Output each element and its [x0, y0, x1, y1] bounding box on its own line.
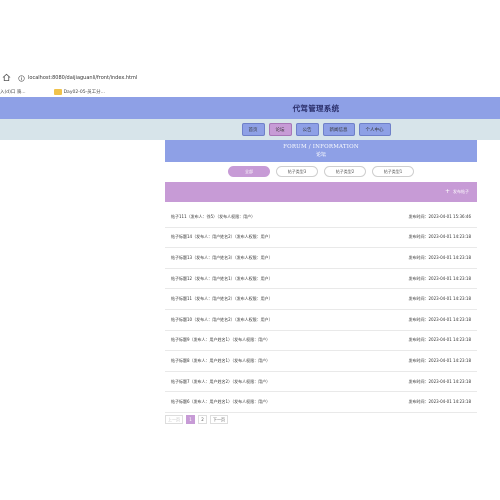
post-title: 帖子111（发布人：徐5）（发布人权限：用户）	[171, 213, 256, 219]
nav-item-news[interactable]: 新闻信息	[322, 123, 355, 136]
post-time: 发布时间：2023-04-01 14:23:18	[408, 275, 471, 281]
nav-item-notice[interactable]: 公告	[295, 123, 319, 136]
post-row[interactable]: 帖子标题10（发布人：用户姓名2）（发布人权限：用户） 发布时间：2023-04-…	[165, 310, 477, 331]
post-title: 帖子标题14（发布人：用户姓名2）（发布人权限：用户）	[171, 234, 273, 240]
publish-post-button[interactable]: + 发布帖子	[445, 189, 469, 195]
post-time: 发布时间：2023-04-01 14:23:18	[408, 296, 471, 302]
post-time: 发布时间：2023-04-01 14:23:18	[408, 337, 471, 343]
bookmark-label: Day02-05-员工分...	[63, 89, 105, 95]
post-row[interactable]: 帖子标题6（发布人：用户姓名1）（发布人权限：用户） 发布时间：2023-04-0…	[165, 392, 477, 413]
post-time: 发布时间：2023-04-01 14:23:18	[408, 254, 471, 260]
post-row[interactable]: 帖子标题9（发布人：用户姓名1）（发布人权限：用户） 发布时间：2023-04-0…	[165, 331, 477, 352]
plus-icon: +	[444, 188, 450, 195]
publish-post-label: 发布帖子	[453, 189, 469, 194]
post-toolbar: + 发布帖子	[165, 182, 477, 202]
folder-icon	[53, 88, 62, 95]
category-type3[interactable]: 帖子类型3	[276, 166, 318, 177]
url-field[interactable]: localhost:8080/daijiaguanli/front/index.…	[18, 74, 138, 82]
category-type2[interactable]: 帖子类型2	[324, 166, 366, 177]
prev-page-button[interactable]: 上一页	[165, 415, 183, 424]
post-time: 发布时间：2023-04-01 14:23:18	[408, 357, 471, 363]
forum-title-cn: 论坛	[315, 152, 326, 158]
bookmark-item[interactable]: 入(d)口 骑...	[0, 89, 26, 95]
info-icon[interactable]	[18, 74, 25, 82]
post-row[interactable]: 帖子标题7（发布人：用户姓名2）（发布人权限：用户） 发布时间：2023-04-0…	[165, 372, 477, 393]
post-time: 发布时间：2023-04-01 14:23:18	[408, 234, 471, 240]
post-title: 帖子标题10（发布人：用户姓名2）（发布人权限：用户）	[171, 316, 273, 322]
browser-address-bar: localhost:8080/daijiaguanli/front/index.…	[0, 70, 500, 86]
post-row[interactable]: 帖子标题11（发布人：用户姓名2）（发布人权限：用户） 发布时间：2023-04-…	[165, 289, 477, 310]
main-nav: 首页 论坛 公告 新闻信息 个人中心	[0, 119, 500, 140]
app-header: 代驾管理系统	[0, 97, 500, 119]
nav-item-profile[interactable]: 个人中心	[358, 123, 391, 136]
post-title: 帖子标题7（发布人：用户姓名2）（发布人权限：用户）	[171, 378, 271, 384]
post-row[interactable]: 帖子111（发布人：徐5）（发布人权限：用户） 发布时间：2023-04-01 1…	[165, 207, 477, 228]
category-filter: 全部 帖子类型3 帖子类型2 帖子类型1	[165, 166, 477, 180]
post-title: 帖子标题8（发布人：用户姓名1）（发布人权限：用户）	[171, 357, 271, 363]
post-time: 发布时间：2023-04-01 14:23:18	[408, 399, 471, 405]
post-title: 帖子标题11（发布人：用户姓名2）（发布人权限：用户）	[171, 296, 273, 302]
post-list: 帖子111（发布人：徐5）（发布人权限：用户） 发布时间：2023-04-01 1…	[165, 207, 477, 413]
next-page-button[interactable]: 下一页	[210, 415, 228, 424]
page-button-1[interactable]: 1	[186, 415, 195, 424]
post-time: 发布时间：2023-04-01 14:23:18	[408, 378, 471, 384]
post-title: 帖子标题12（发布人：用户姓名1）（发布人权限：用户）	[171, 275, 273, 281]
post-row[interactable]: 帖子标题12（发布人：用户姓名1）（发布人权限：用户） 发布时间：2023-04-…	[165, 269, 477, 290]
url-text: localhost:8080/daijiaguanli/front/index.…	[28, 75, 138, 81]
pagination: 上一页 1 2 下一页	[165, 415, 228, 424]
post-row[interactable]: 帖子标题8（发布人：用户姓名1）（发布人权限：用户） 发布时间：2023-04-0…	[165, 351, 477, 372]
app-title: 代驾管理系统	[292, 103, 340, 113]
category-type1[interactable]: 帖子类型1	[372, 166, 414, 177]
category-all[interactable]: 全部	[228, 166, 270, 177]
home-icon[interactable]	[2, 73, 12, 83]
post-title: 帖子标题13（发布人：用户姓名3）（发布人权限：用户）	[171, 254, 273, 260]
post-title: 帖子标题6（发布人：用户姓名1）（发布人权限：用户）	[171, 399, 271, 405]
post-title: 帖子标题9（发布人：用户姓名1）（发布人权限：用户）	[171, 337, 271, 343]
bookmark-item[interactable]: Day02-05-员工分...	[53, 88, 105, 95]
post-row[interactable]: 帖子标题14（发布人：用户姓名2）（发布人权限：用户） 发布时间：2023-04-…	[165, 228, 477, 249]
post-row[interactable]: 帖子标题13（发布人：用户姓名3）（发布人权限：用户） 发布时间：2023-04-…	[165, 248, 477, 269]
bookmark-label: 入(d)口 骑...	[0, 89, 26, 95]
nav-item-forum[interactable]: 论坛	[268, 123, 292, 136]
post-time: 发布时间：2023-04-01 14:23:18	[408, 316, 471, 322]
forum-title-en: FORUM / INFORMATION	[283, 144, 359, 150]
forum-banner: FORUM / INFORMATION 论坛	[165, 140, 477, 162]
post-time: 发布时间：2023-04-01 15:36:46	[408, 213, 471, 219]
nav-item-home[interactable]: 首页	[241, 123, 265, 136]
page-button-2[interactable]: 2	[198, 415, 207, 424]
